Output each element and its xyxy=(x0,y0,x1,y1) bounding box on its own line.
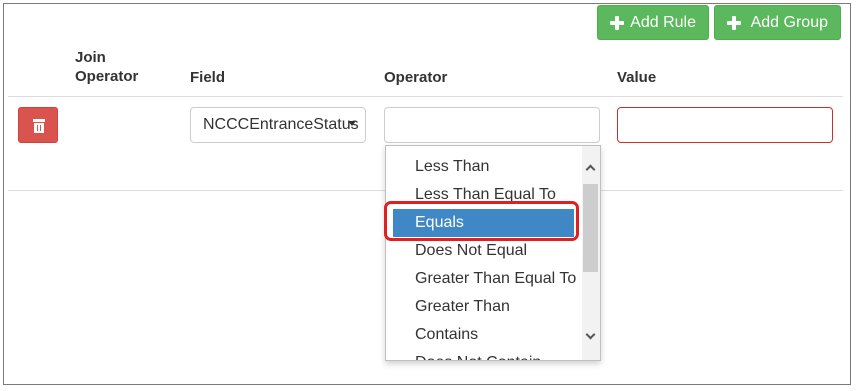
operator-option-does-not-equal[interactable]: Does Not Equal xyxy=(393,237,574,265)
column-header-value: Value xyxy=(617,69,657,86)
add-group-label: Add Group xyxy=(750,13,828,31)
field-select[interactable]: NCCCEntranceStatus xyxy=(190,107,366,143)
delete-rule-button[interactable] xyxy=(18,107,58,143)
column-header-join-operator: Join Operator xyxy=(75,49,139,85)
operator-option-greater-than[interactable]: Greater Than xyxy=(393,293,574,321)
value-input[interactable] xyxy=(617,107,833,143)
plus-icon xyxy=(727,15,741,30)
operator-option-equals[interactable]: Equals xyxy=(393,209,574,237)
column-header-field: Field xyxy=(190,69,226,86)
column-header-operator: Operator xyxy=(384,69,448,86)
trash-icon xyxy=(33,119,45,133)
operator-select[interactable] xyxy=(384,107,600,143)
chevron-up-icon[interactable] xyxy=(584,162,598,176)
operator-option-greater-than-equal-to[interactable]: Greater Than Equal To xyxy=(393,265,576,293)
add-rule-label: Add Rule xyxy=(630,13,696,31)
caret-down-icon xyxy=(348,121,356,126)
operator-option-less-than[interactable]: Less Than xyxy=(393,153,574,181)
add-rule-button[interactable]: Add Rule xyxy=(597,5,709,40)
operator-option-does-not-contain[interactable]: Does Not Contain xyxy=(393,349,574,360)
add-group-button[interactable]: Add Group xyxy=(714,5,841,40)
operator-option-contains[interactable]: Contains xyxy=(393,321,574,349)
chevron-down-icon[interactable] xyxy=(584,329,598,344)
rule-divider xyxy=(8,96,843,97)
operator-dropdown-list[interactable]: Less Than Less Than Equal To Equals Does… xyxy=(385,145,601,361)
plus-icon xyxy=(610,15,625,30)
operator-option-less-than-equal-to[interactable]: Less Than Equal To xyxy=(393,181,574,209)
scrollbar-thumb[interactable] xyxy=(583,184,598,272)
